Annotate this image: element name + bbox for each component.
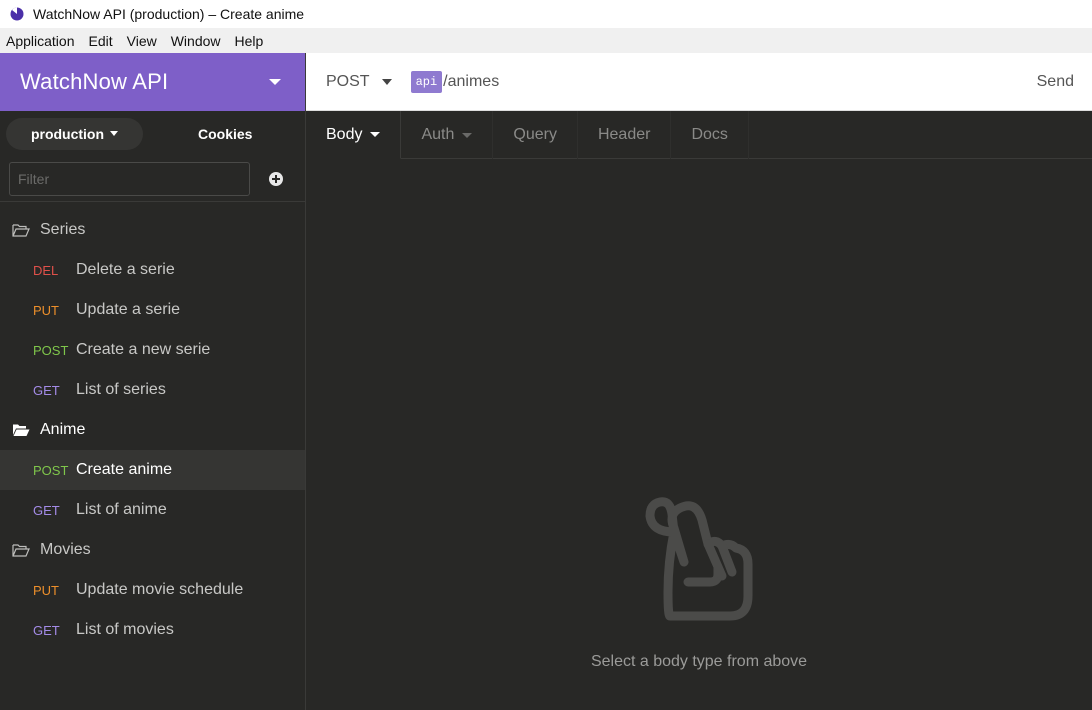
filter-row — [0, 156, 305, 202]
menu-help[interactable]: Help — [235, 33, 264, 49]
url-bar: POST api /animes Send — [306, 53, 1092, 111]
empty-state-text: Select a body type from above — [590, 653, 808, 670]
tab-header[interactable]: Header — [578, 111, 672, 159]
body-panel: Select a body type from above — [306, 159, 1092, 710]
tab-label: Auth — [421, 126, 455, 143]
request-item[interactable]: DEL Delete a serie — [0, 250, 305, 290]
tab-label: Docs — [691, 126, 728, 143]
method-badge: GET — [33, 622, 60, 638]
method-badge: POST — [33, 462, 69, 478]
environment-row: production Cookies — [0, 111, 305, 156]
tab-label: Body — [326, 125, 363, 143]
method-badge: POST — [33, 342, 69, 358]
tab-auth[interactable]: Auth — [401, 111, 494, 159]
method-badge: PUT — [33, 302, 59, 318]
method-selector[interactable]: POST — [326, 73, 392, 91]
environment-selector[interactable]: production — [6, 117, 143, 150]
method-badge: GET — [33, 502, 60, 518]
folder-series[interactable]: Series — [0, 210, 305, 250]
tab-label: Query — [513, 126, 557, 143]
menu-edit[interactable]: Edit — [89, 33, 113, 49]
request-label: List of anime — [76, 501, 167, 518]
folder-open-outline-icon — [12, 224, 30, 237]
folder-label: Movies — [40, 541, 91, 558]
filter-input[interactable] — [9, 161, 250, 196]
tab-query[interactable]: Query — [493, 111, 578, 159]
tab-label: Header — [597, 126, 651, 143]
request-item[interactable]: GET List of anime — [0, 490, 305, 530]
request-item[interactable]: POST Create a new serie — [0, 330, 305, 370]
request-item-active[interactable]: POST Create anime — [0, 450, 305, 490]
request-tabs: Body Auth Query Header Docs — [306, 111, 1092, 159]
url-variable-tag[interactable]: api — [410, 70, 443, 93]
menu-view[interactable]: View — [127, 33, 157, 49]
chevron-down-icon — [381, 78, 392, 85]
sidebar: WatchNow API production Cookies Series D… — [0, 53, 306, 710]
cookies-button[interactable]: Cookies — [198, 126, 252, 142]
request-item[interactable]: PUT Update a serie — [0, 290, 305, 330]
folder-anime[interactable]: Anime — [0, 410, 305, 450]
environment-label: production — [30, 125, 105, 142]
chevron-down-icon — [370, 132, 381, 137]
workspace-dropdown-icon[interactable] — [269, 79, 281, 85]
request-item[interactable]: GET List of series — [0, 370, 305, 410]
request-item[interactable]: GET List of movies — [0, 610, 305, 650]
url-input[interactable]: /animes — [443, 73, 499, 91]
tab-docs[interactable]: Docs — [671, 111, 749, 159]
menu-bar: Application Edit View Window Help — [0, 28, 1092, 53]
folder-open-outline-icon — [12, 544, 30, 557]
menu-window[interactable]: Window — [171, 33, 221, 49]
title-bar: WatchNow API (production) – Create anime — [0, 0, 1092, 28]
workspace-header[interactable]: WatchNow API — [0, 53, 305, 111]
folder-movies[interactable]: Movies — [0, 530, 305, 570]
folder-label: Series — [40, 221, 86, 238]
send-button[interactable]: Send — [1037, 73, 1074, 91]
window-title: WatchNow API (production) – Create anime — [33, 6, 305, 22]
menu-application[interactable]: Application — [6, 33, 75, 49]
request-tree: Series DEL Delete a serie PUT Update a s… — [0, 202, 305, 650]
method-badge: PUT — [33, 582, 59, 598]
request-label: List of series — [76, 381, 166, 398]
folder-open-filled-icon — [13, 424, 30, 436]
workspace-name: WatchNow API — [20, 69, 169, 94]
add-plus-icon[interactable] — [269, 171, 283, 186]
tab-body[interactable]: Body — [306, 111, 402, 159]
chevron-down-icon — [110, 131, 119, 136]
method-badge: GET — [33, 382, 60, 398]
folder-label: Anime — [40, 421, 86, 438]
request-label: List of movies — [76, 621, 174, 638]
request-label: Update movie schedule — [76, 581, 244, 598]
request-label: Update a serie — [76, 301, 181, 318]
peace-hand-icon — [645, 497, 753, 621]
request-item[interactable]: PUT Update movie schedule — [0, 570, 305, 610]
method-label: POST — [326, 72, 370, 90]
request-label: Create anime — [76, 461, 173, 478]
chevron-down-icon — [462, 132, 473, 138]
request-label: Delete a serie — [76, 261, 175, 278]
request-label: Create a new serie — [76, 341, 211, 358]
method-badge: DEL — [33, 262, 59, 278]
app-logo-icon — [10, 7, 24, 21]
